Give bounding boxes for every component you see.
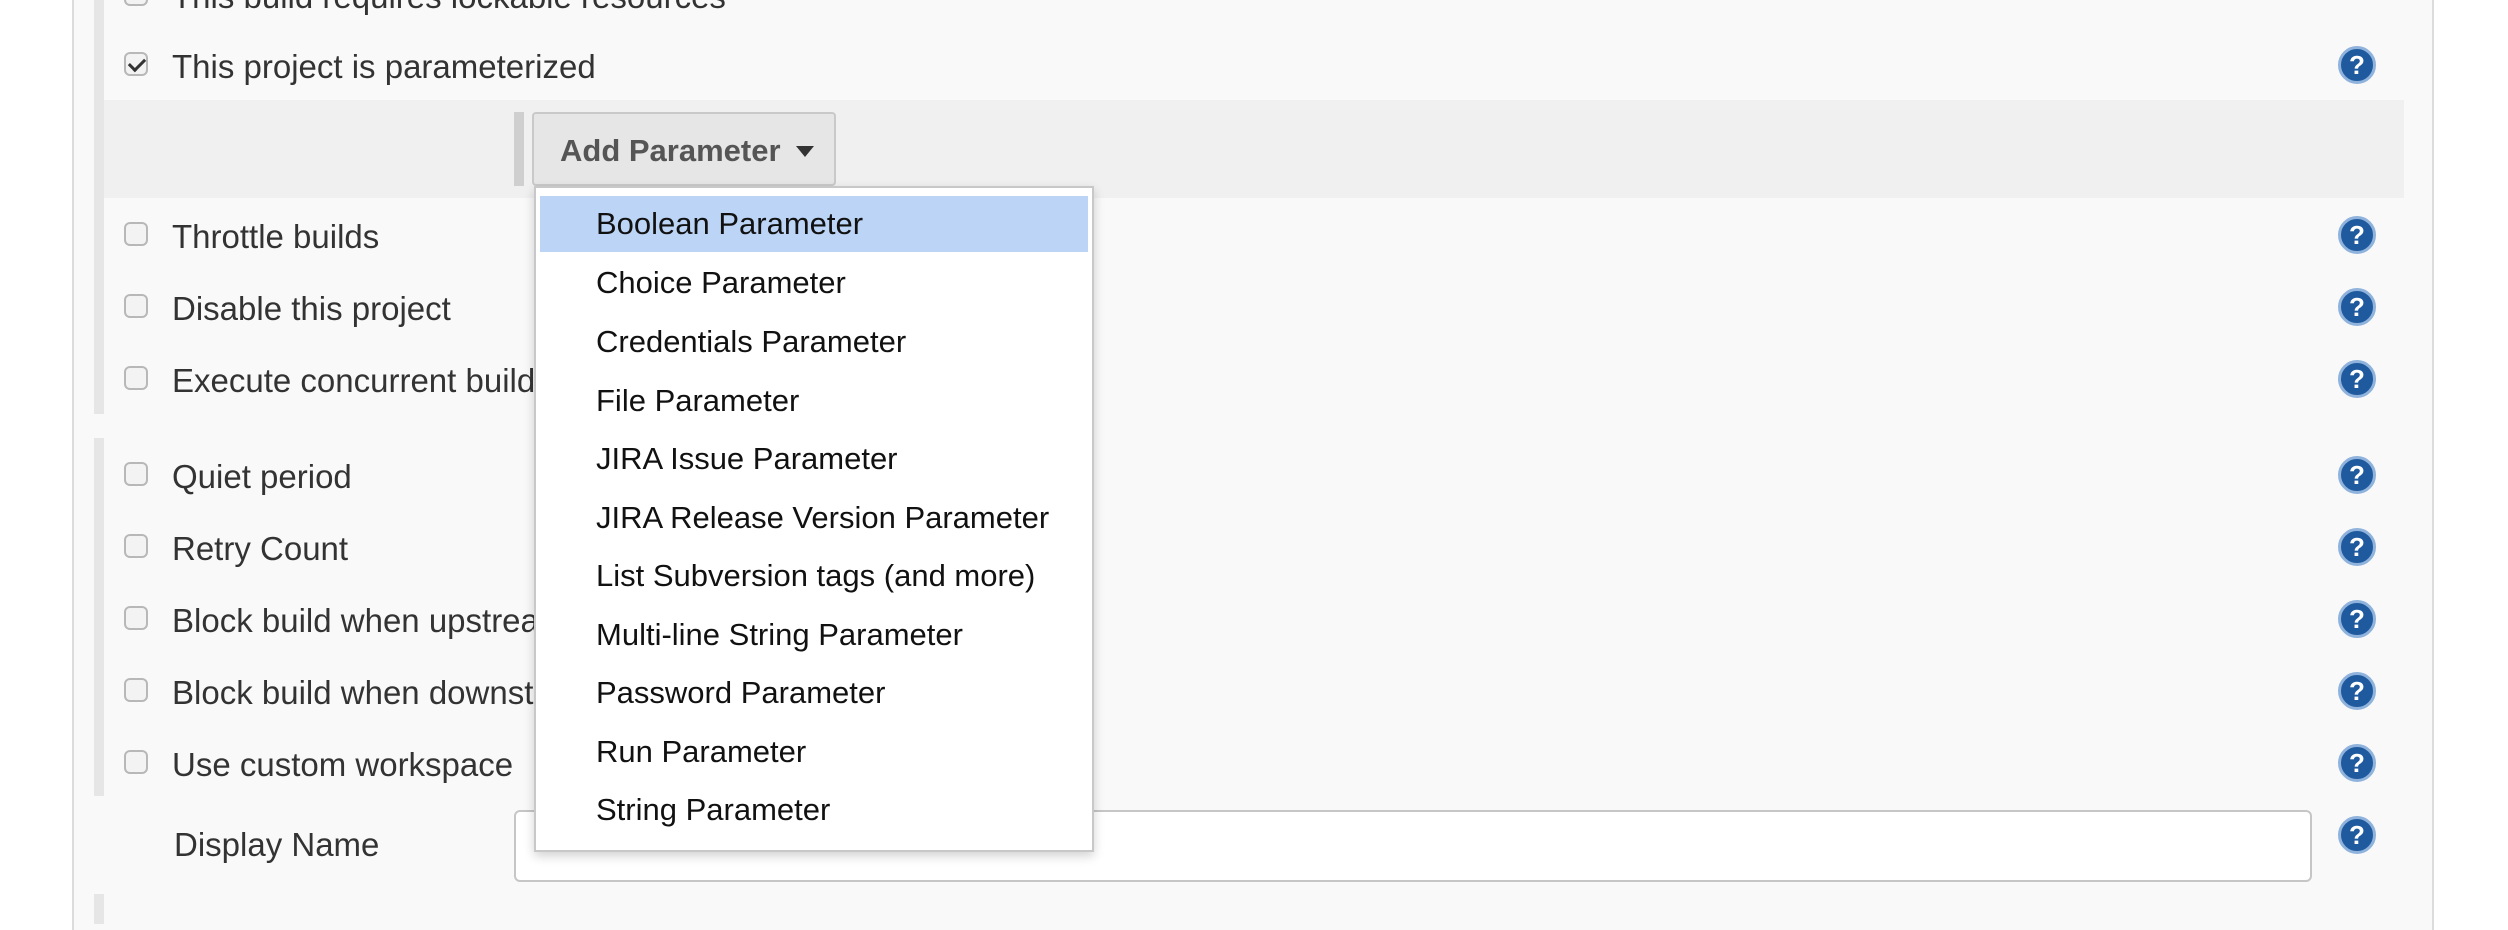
menu-item-label: JIRA Release Version Parameter <box>596 500 1050 535</box>
menu-item-jira-issue-parameter[interactable]: JIRA Issue Parameter <box>540 431 1088 487</box>
parameter-section <box>104 100 2404 198</box>
parameter-section-bar <box>514 112 524 186</box>
block-downstream-checkbox[interactable] <box>124 678 148 702</box>
add-parameter-label: Add Parameter <box>560 133 781 168</box>
concurrent-builds-checkbox[interactable] <box>124 366 148 390</box>
add-parameter-button[interactable]: Add Parameter <box>532 112 836 186</box>
display-name-label: Display Name <box>174 826 380 863</box>
menu-item-multi-line-string-parameter[interactable]: Multi-line String Parameter <box>540 607 1088 663</box>
option-label: Disable this project <box>172 290 451 327</box>
retry-count-checkbox[interactable] <box>124 534 148 558</box>
option-label: Quiet period <box>172 458 352 495</box>
menu-item-password-parameter[interactable]: Password Parameter <box>540 665 1088 721</box>
menu-item-label: File Parameter <box>596 383 800 418</box>
section-bar <box>94 438 104 796</box>
help-icon[interactable]: ? <box>2338 816 2376 854</box>
option-label: This build requires lockable resources <box>172 0 726 16</box>
option-label: Use custom workspace <box>172 746 514 783</box>
menu-item-label: String Parameter <box>596 792 831 827</box>
option-label: Retry Count <box>172 530 349 567</box>
menu-item-jira-release-version-parameter[interactable]: JIRA Release Version Parameter <box>540 490 1088 546</box>
quiet-period-checkbox[interactable] <box>124 462 148 486</box>
help-icon[interactable]: ? <box>2338 360 2376 398</box>
menu-item-list-subversion-tags[interactable]: List Subversion tags (and more) <box>540 548 1088 604</box>
option-label: This project is parameterized <box>172 48 596 85</box>
menu-item-choice-parameter[interactable]: Choice Parameter <box>540 255 1088 311</box>
block-upstream-checkbox[interactable] <box>124 606 148 630</box>
menu-item-string-parameter[interactable]: String Parameter <box>540 782 1088 838</box>
help-icon[interactable]: ? <box>2338 600 2376 638</box>
help-icon[interactable]: ? <box>2338 288 2376 326</box>
menu-item-label: Boolean Parameter <box>596 206 864 241</box>
help-icon[interactable]: ? <box>2338 528 2376 566</box>
menu-item-label: Credentials Parameter <box>596 324 907 359</box>
option-label: Throttle builds <box>172 218 380 255</box>
menu-item-label: List Subversion tags (and more) <box>596 558 1036 593</box>
menu-item-label: Choice Parameter <box>596 265 846 300</box>
caret-down-icon <box>796 146 814 157</box>
menu-item-credentials-parameter[interactable]: Credentials Parameter <box>540 314 1088 370</box>
help-icon[interactable]: ? <box>2338 672 2376 710</box>
parameterized-checkbox[interactable] <box>124 52 148 76</box>
lockable-resources-checkbox[interactable] <box>124 0 148 6</box>
throttle-builds-checkbox[interactable] <box>124 222 148 246</box>
help-icon[interactable]: ? <box>2338 216 2376 254</box>
section-bar <box>94 0 104 414</box>
menu-item-file-parameter[interactable]: File Parameter <box>540 373 1088 429</box>
help-icon[interactable]: ? <box>2338 744 2376 782</box>
menu-item-label: Multi-line String Parameter <box>596 617 963 652</box>
menu-item-label: JIRA Issue Parameter <box>596 441 898 476</box>
custom-workspace-checkbox[interactable] <box>124 750 148 774</box>
help-icon[interactable]: ? <box>2338 46 2376 84</box>
add-parameter-menu: Boolean Parameter Choice Parameter Crede… <box>534 186 1094 852</box>
menu-item-boolean-parameter[interactable]: Boolean Parameter <box>540 196 1088 252</box>
disable-project-checkbox[interactable] <box>124 294 148 318</box>
help-icon[interactable]: ? <box>2338 456 2376 494</box>
menu-item-label: Password Parameter <box>596 675 886 710</box>
section-bar <box>94 894 104 924</box>
menu-item-label: Run Parameter <box>596 734 807 769</box>
menu-item-run-parameter[interactable]: Run Parameter <box>540 724 1088 780</box>
